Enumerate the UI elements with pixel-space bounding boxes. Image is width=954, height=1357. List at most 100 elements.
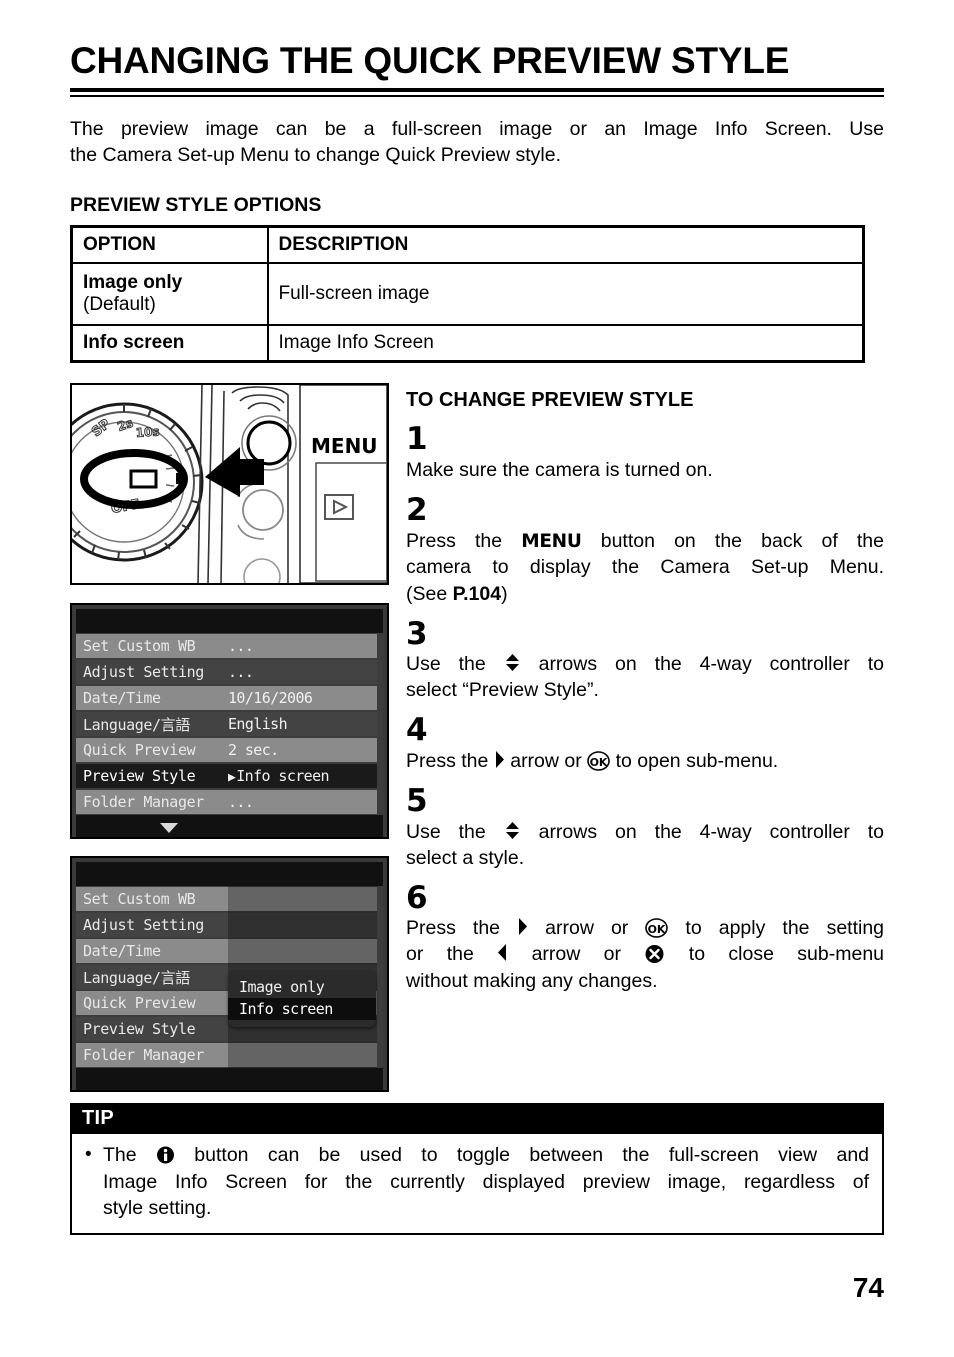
lcd-item-label: Date/Time [83,942,161,961]
lcd-bottom-bar [76,1068,383,1091]
procedure-step-3: 3 Use the arrows on the 4-way controller… [406,618,884,704]
submenu-marker-icon: ▶ [228,770,236,786]
preview-style-options-table: OPTION DESCRIPTION Image only (Default) … [70,225,865,364]
tip-body: • The button can be used to toggle betwe… [72,1134,882,1233]
step-text: Press the arrow or OK to apply the setti… [406,915,884,993]
menu-text-label: MENU [311,434,378,458]
tip-bullet-icon: • [85,1144,92,1165]
submenu-item-image-only[interactable]: Image only [228,976,376,998]
page-reference: P.104 [452,582,502,605]
svg-text:OK: OK [648,923,666,936]
lcd-menu-item[interactable]: Date/Time 10/16/2006 [76,685,383,711]
step-line: (See P.104) [406,581,884,607]
step-number: 6 [406,879,428,916]
lcd-item-label: Set Custom WB [83,890,196,909]
lcd-item-value: 10/16/2006 [228,689,313,708]
lcd-menu-screen-1: Set Custom WB ... Adjust Setting ... Dat… [70,603,389,840]
step-line: camera to display the Camera Set-up Menu… [406,556,884,579]
lcd-item-value: ... [228,663,254,682]
lcd-item-label: Quick Preview [83,741,196,760]
submenu-item-info-screen[interactable]: Info screen [228,998,376,1021]
lcd-item-label: Preview Style [83,1020,196,1039]
table-cell-description: Full-screen image [266,262,865,327]
up-down-arrows-icon [505,654,519,672]
procedure-heading: TO CHANGE PREVIEW STYLE [406,389,694,412]
tip-bullet-row: • The button can be used to toggle betwe… [85,1142,869,1222]
step-text-part: to apply the setting [685,917,885,940]
lcd-menu-item-selected[interactable]: Preview Style ▶Info screen [76,763,383,789]
tip-box: TIP • The button can be used to toggle b… [70,1103,884,1235]
figures-column: SP 2s 10s OFF MENU Set Custom WB ... Adj… [70,383,389,1093]
step-text: Use the arrows on the 4-way controller t… [406,651,884,703]
procedure-step-6: 6 Press the arrow or OK to apply the set… [406,879,884,994]
scroll-down-arrow-icon[interactable] [160,823,178,834]
title-rule-thick [70,87,884,92]
lcd-item-label: Folder Manager [83,1046,204,1065]
right-arrow-icon [519,918,528,936]
step-line: Use the arrows on the 4-way controller t… [406,819,884,845]
lcd-item-label: Preview Style [83,767,196,786]
preview-style-submenu: Image only Info screen [228,970,376,1028]
step-text: Use the arrows on the 4-way controller t… [406,819,884,871]
lcd-item-value-text: Info screen [236,767,329,786]
lcd-item-label: Adjust Setting [83,916,204,935]
tip-line: Image Info Screen for the currently disp… [103,1170,869,1193]
step-text-part: to open sub-menu. [615,749,779,772]
svg-text:OK: OK [590,756,608,769]
procedure-step-2: 2 Press the MENU button on the back of t… [406,492,884,607]
tip-header: TIP [72,1105,882,1134]
lcd-item-value: 2 sec. [228,741,279,760]
left-arrow-icon [498,944,507,962]
step-text-part: arrow or [510,749,582,772]
step-text-part: arrows on the 4-way controller to [538,653,885,676]
page-title: CHANGING THE QUICK PREVIEW STYLE [70,40,790,81]
tip-text: The button can be used to toggle between… [103,1142,869,1222]
step-text-part: Use the [406,653,486,676]
page-number: 74 [852,1272,884,1303]
svg-text:10s: 10s [135,425,160,441]
lcd-inner-2: Set Custom WB Adjust Setting Date/Time L… [76,862,383,1091]
cancel-x-button-icon [645,945,664,964]
lcd-item-value: ... [228,793,254,812]
step-text: Press the MENU button on the back of the… [406,528,884,607]
step-line: Press the MENU button on the back of the [406,528,884,555]
menu-keyword: MENU [521,530,582,552]
lcd-item-value: English [228,715,288,734]
step-text-part: Press the [406,917,501,940]
intro-line-1: The preview image can be a full-screen i… [70,117,884,140]
title-rule-thin [70,94,884,97]
lcd-bottom-bar [76,815,383,838]
step-text-part: button on the back of the [600,529,884,552]
step-number: 1 [406,421,428,458]
table-header-option: OPTION [70,225,269,265]
tip-text-part: The [103,1144,137,1166]
lcd-menu-item[interactable]: Language/言語 English [76,711,383,737]
step-line: without making any changes. [406,969,658,992]
table-header-description: DESCRIPTION [266,225,865,265]
tip-line: The button can be used to toggle between… [103,1142,869,1169]
step-number: 2 [406,492,428,529]
step-number: 4 [406,712,428,749]
manual-page: CHANGING THE QUICK PREVIEW STYLE The pre… [70,0,884,1357]
lcd-menu-item[interactable]: Folder Manager ... [76,789,383,815]
lcd-inner-1: Set Custom WB ... Adjust Setting ... Dat… [76,609,383,838]
title-block: CHANGING THE QUICK PREVIEW STYLE [70,0,884,97]
step-text-part: arrow or [531,943,622,966]
step-text-part: arrows on the 4-way controller to [538,820,885,843]
step-text-part: Press the [406,749,489,772]
lcd-item-label: Set Custom WB [83,637,196,656]
info-button-icon [156,1146,174,1164]
intro-line-2: the Camera Set-up Menu to change Quick P… [70,144,561,167]
lcd-menu-item[interactable]: Set Custom WB ... [76,633,383,659]
step-text-part: ) [501,582,508,605]
step-text: Press the arrow or OK to open sub-menu. [406,748,884,774]
lcd-menu-item[interactable]: Quick Preview 2 sec. [76,737,383,763]
options-section-heading: PREVIEW STYLE OPTIONS [70,194,322,217]
lcd-menu-item[interactable]: Adjust Setting ... [76,659,383,685]
lcd-item-label: Folder Manager [83,793,204,812]
up-down-arrows-icon [505,821,519,839]
table-row: Image only (Default) Full-screen image [70,262,865,327]
step-text-part: Press the [406,529,503,552]
table-cell-option: Info screen [70,324,269,363]
step-text: Make sure the camera is turned on. [406,458,713,481]
